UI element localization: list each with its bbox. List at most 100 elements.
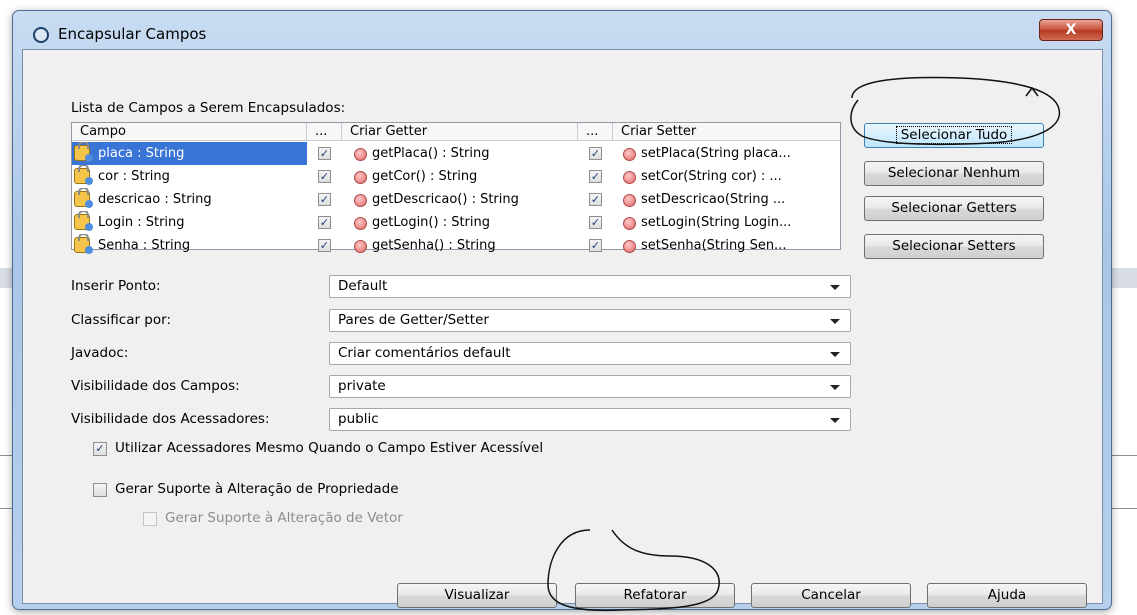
field-lock-icon xyxy=(74,142,93,162)
insert-point-select[interactable]: Default xyxy=(329,275,851,298)
field-name: Login : String xyxy=(98,215,185,230)
select-none-button[interactable]: Selecionar Nenhum xyxy=(864,161,1044,186)
getter-checkbox[interactable]: ✓ xyxy=(318,193,331,206)
field-cell[interactable]: cor : String xyxy=(72,165,307,188)
setter-signature: setLogin(String Login... xyxy=(641,215,792,230)
property-change-label: Gerar Suporte à Alteração de Propriedade xyxy=(115,481,399,497)
accessor-visibility-label: Visibilidade dos Acessadores: xyxy=(71,411,270,427)
title-bar[interactable]: Encapsular Campos X xyxy=(13,11,1111,51)
getter-signature: getSenha() : String xyxy=(372,238,496,253)
chevron-down-icon xyxy=(830,319,840,324)
chevron-down-icon xyxy=(830,285,840,290)
select-setters-label: Selecionar Setters xyxy=(892,238,1016,254)
refactor-button[interactable]: Refatorar xyxy=(575,583,735,608)
encapsulate-fields-dialog: Encapsular Campos X Lista de Campos a Se… xyxy=(12,10,1112,610)
getter-signature: getCor() : String xyxy=(372,169,478,184)
method-icon xyxy=(354,217,367,230)
field-lock-icon xyxy=(74,188,93,208)
insert-point-value: Default xyxy=(338,278,388,294)
setter-signature: setDescricao(String ... xyxy=(641,192,786,207)
field-name: descricao : String xyxy=(98,192,212,207)
field-cell[interactable]: Senha : String xyxy=(72,234,307,257)
getter-signature: getPlaca() : String xyxy=(372,146,490,161)
method-icon xyxy=(354,194,367,207)
getter-checkbox[interactable]: ✓ xyxy=(318,216,331,229)
getter-checkbox[interactable]: ✓ xyxy=(318,239,331,252)
chevron-down-icon xyxy=(830,418,840,423)
select-all-label: Selecionar Tudo xyxy=(895,126,1013,144)
setter-signature: setSenha(String Sen... xyxy=(641,238,787,253)
fields-list-label: Lista de Campos a Serem Encapsulados: xyxy=(71,100,346,116)
use-accessors-label: Utilizar Acessadores Mesmo Quando o Camp… xyxy=(115,440,544,456)
select-none-label: Selecionar Nenhum xyxy=(887,165,1021,181)
setter-checkbox[interactable]: ✓ xyxy=(589,216,602,229)
method-icon xyxy=(623,171,636,184)
getter-checkbox[interactable]: ✓ xyxy=(318,147,331,160)
close-button[interactable]: X xyxy=(1039,19,1103,41)
column-header-campo[interactable]: Campo xyxy=(72,123,307,141)
field-lock-icon xyxy=(74,234,93,254)
help-button[interactable]: Ajuda xyxy=(927,583,1087,608)
sort-by-label: Classificar por: xyxy=(71,312,171,328)
select-getters-button[interactable]: Selecionar Getters xyxy=(864,196,1044,221)
method-icon xyxy=(354,148,367,161)
sort-by-value: Pares de Getter/Setter xyxy=(338,312,489,328)
chevron-down-icon xyxy=(830,352,840,357)
setter-checkbox[interactable]: ✓ xyxy=(589,239,602,252)
getter-checkbox[interactable]: ✓ xyxy=(318,170,331,183)
select-getters-label: Selecionar Getters xyxy=(891,200,1017,216)
dialog-title: Encapsular Campos xyxy=(58,25,207,43)
method-icon xyxy=(623,240,636,253)
field-cell[interactable]: Login : String xyxy=(72,211,307,234)
getter-signature: getLogin() : String xyxy=(372,215,491,230)
javadoc-select[interactable]: Criar comentários default xyxy=(329,342,851,365)
field-visibility-label: Visibilidade dos Campos: xyxy=(71,378,240,394)
setter-checkbox[interactable]: ✓ xyxy=(589,147,602,160)
property-change-checkbox[interactable] xyxy=(93,483,107,497)
javadoc-value: Criar comentários default xyxy=(338,345,511,361)
vetoable-change-checkbox xyxy=(143,512,157,526)
field-visibility-select[interactable]: private xyxy=(329,375,851,398)
column-header-setter-toggle[interactable]: ... xyxy=(578,123,613,141)
select-all-button[interactable]: Selecionar Tudo xyxy=(864,123,1044,148)
table-row[interactable]: cor : String ✓ getCor() : String ✓ setCo… xyxy=(72,165,840,188)
table-row[interactable]: Senha : String ✓ getSenha() : String ✓ s… xyxy=(72,234,840,257)
method-icon xyxy=(623,148,636,161)
table-row[interactable]: placa : String ✓ getPlaca() : String ✓ s… xyxy=(72,142,840,165)
sort-by-select[interactable]: Pares de Getter/Setter xyxy=(329,309,851,332)
dialog-content: Lista de Campos a Serem Encapsulados: Ca… xyxy=(22,49,1103,608)
fields-table-header: Campo ... Criar Getter ... Criar Setter xyxy=(72,123,840,141)
field-name: cor : String xyxy=(98,169,170,184)
method-icon xyxy=(354,240,367,253)
select-setters-button[interactable]: Selecionar Setters xyxy=(864,234,1044,259)
accessor-visibility-select[interactable]: public xyxy=(329,408,851,431)
method-icon xyxy=(623,194,636,207)
field-lock-icon xyxy=(74,165,93,185)
chevron-down-icon xyxy=(830,385,840,390)
column-header-getter-toggle[interactable]: ... xyxy=(307,123,342,141)
field-name: placa : String xyxy=(98,146,185,161)
field-cell[interactable]: placa : String xyxy=(72,142,307,165)
field-name: Senha : String xyxy=(98,238,191,253)
help-label: Ajuda xyxy=(987,587,1027,603)
field-cell[interactable]: descricao : String xyxy=(72,188,307,211)
fields-table: Campo ... Criar Getter ... Criar Setter … xyxy=(71,122,841,254)
setter-checkbox[interactable]: ✓ xyxy=(589,170,602,183)
refactor-label: Refatorar xyxy=(623,587,687,603)
column-header-getter[interactable]: Criar Getter xyxy=(342,123,578,141)
table-row[interactable]: descricao : String ✓ getDescricao() : St… xyxy=(72,188,840,211)
setter-checkbox[interactable]: ✓ xyxy=(589,193,602,206)
field-visibility-value: private xyxy=(338,378,386,394)
dialog-icon xyxy=(33,27,49,43)
use-accessors-checkbox[interactable]: ✓ xyxy=(93,442,107,456)
insert-point-label: Inserir Ponto: xyxy=(71,278,161,294)
field-lock-icon xyxy=(74,211,93,231)
column-header-setter[interactable]: Criar Setter xyxy=(613,123,841,141)
getter-signature: getDescricao() : String xyxy=(372,192,519,207)
cancel-button[interactable]: Cancelar xyxy=(751,583,911,608)
method-icon xyxy=(623,217,636,230)
javadoc-label: Javadoc: xyxy=(71,345,129,361)
preview-button[interactable]: Visualizar xyxy=(397,583,557,608)
preview-label: Visualizar xyxy=(444,587,510,603)
table-row[interactable]: Login : String ✓ getLogin() : String ✓ s… xyxy=(72,211,840,234)
